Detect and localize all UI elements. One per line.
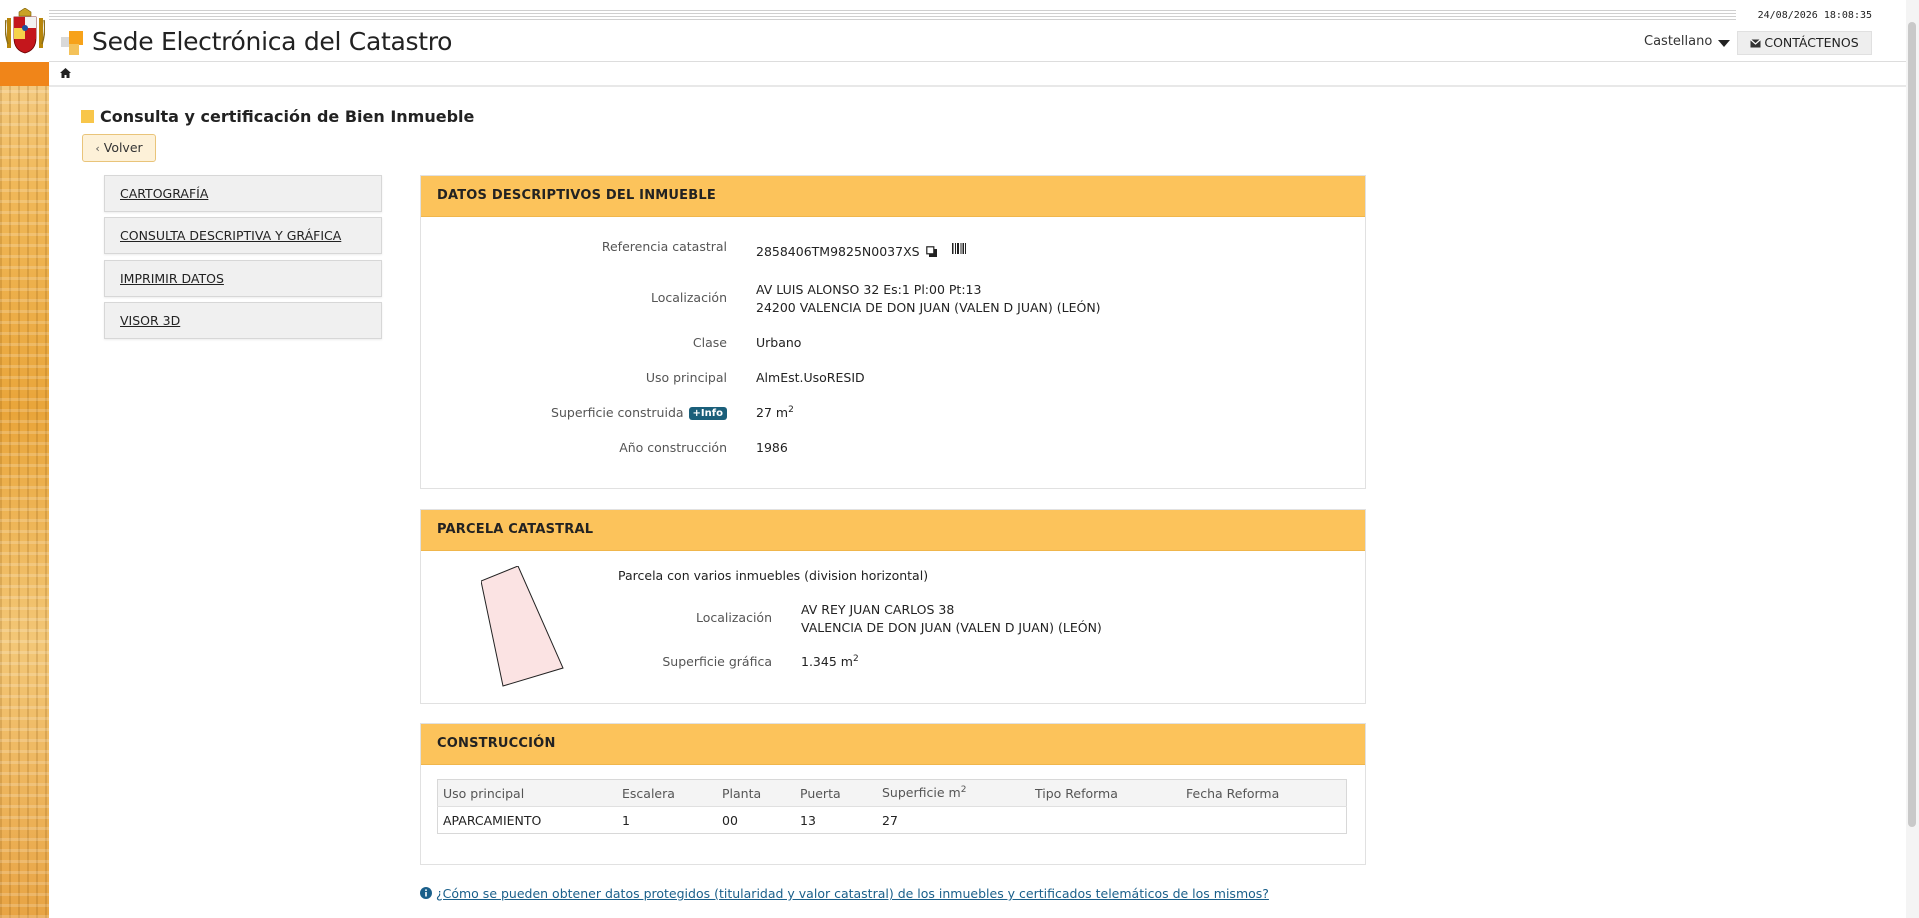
uso-principal-value: AlmEst.UsoRESID xyxy=(756,370,865,385)
superficie-unit-superscript: 2 xyxy=(788,405,794,415)
header-decorative-lines xyxy=(49,10,1736,20)
column-header: Escalera xyxy=(617,779,717,807)
copy-icon[interactable] xyxy=(925,246,938,258)
info-badge[interactable]: +Info xyxy=(688,407,727,420)
chevron-down-icon[interactable] xyxy=(1718,40,1730,47)
site-title[interactable]: Sede Electrónica del Catastro xyxy=(92,27,452,56)
clase-label: Clase xyxy=(692,335,727,350)
side-menu-consulta-descriptiva[interactable]: CONSULTA DESCRIPTIVA Y GRÁFICA xyxy=(104,217,382,254)
parcela-localizacion-label: Localización xyxy=(695,610,772,625)
panel-datos-descriptivos: DATOS DESCRIPTIVOS DEL INMUEBLE Referenc… xyxy=(420,175,1366,489)
contact-label: CONTÁCTENOS xyxy=(1764,35,1859,50)
info-icon xyxy=(420,887,432,899)
protected-data-help-link[interactable]: ¿Cómo se pueden obtener datos protegidos… xyxy=(436,886,1269,901)
barcode-icon[interactable] xyxy=(951,243,966,254)
referencia-value: 2858406TM9825N0037XS xyxy=(756,243,966,259)
column-header: Tipo Reforma xyxy=(1030,779,1181,807)
anio-construccion-label: Año construcción xyxy=(619,440,727,455)
referencia-text: 2858406TM9825N0037XS xyxy=(756,244,920,259)
side-menu-imprimir-datos[interactable]: IMPRIMIR DATOS xyxy=(104,260,382,297)
table-cell xyxy=(1181,807,1347,834)
catastro-logo-icon xyxy=(61,31,83,55)
panel-header: PARCELA CATASTRAL xyxy=(421,510,1365,551)
superficie-construida-text: Superficie construida xyxy=(551,405,684,420)
panel-parcela-catastral: PARCELA CATASTRAL Parcela con varios inm… xyxy=(420,509,1366,704)
table-row: APARCAMIENTO 1 00 13 27 xyxy=(438,807,1347,834)
parcela-localizacion-line1: AV REY JUAN CARLOS 38 xyxy=(801,602,955,617)
side-menu-label: CONSULTA DESCRIPTIVA Y GRÁFICA xyxy=(120,228,342,243)
side-menu-visor-3d[interactable]: VISOR 3D xyxy=(104,302,382,339)
table-cell: 27 xyxy=(882,812,898,828)
side-menu-label: VISOR 3D xyxy=(120,313,181,328)
table-cell: 00 xyxy=(722,812,738,828)
back-label: Volver xyxy=(103,140,143,155)
superficie-grafica-value: 1.345 m2 xyxy=(801,654,859,669)
superficie-grafica-number: 1.345 m xyxy=(801,654,853,670)
table-cell: 1 xyxy=(622,812,630,828)
construccion-table: Uso principal Escalera Planta Puerta Sup… xyxy=(437,779,1347,834)
column-header: Puerta xyxy=(795,779,877,807)
home-icon[interactable] xyxy=(60,68,71,78)
parcel-map-thumbnail[interactable] xyxy=(481,566,571,690)
anio-construccion-value: 1986 xyxy=(756,440,788,455)
superficie-grafica-label: Superficie gráfica xyxy=(662,654,772,669)
superficie-grafica-unit-superscript: 2 xyxy=(852,654,859,664)
superficie-construida-label: Superficie construida +Info xyxy=(421,405,727,420)
column-header-superscript: 2 xyxy=(960,785,967,796)
table-cell: APARCAMIENTO xyxy=(443,812,542,828)
contact-button[interactable]: CONTÁCTENOS xyxy=(1737,31,1872,55)
coat-of-arms-icon xyxy=(5,8,45,54)
column-header: Uso principal xyxy=(437,779,617,807)
localizacion-line2: 24200 VALENCIA DE DON JUAN (VALEN D JUAN… xyxy=(756,300,1101,315)
referencia-label: Referencia catastral xyxy=(601,239,727,254)
header-datetime: 24/08/2026 18:08:35 xyxy=(1757,10,1872,21)
panel-header: DATOS DESCRIPTIVOS DEL INMUEBLE xyxy=(421,176,1365,217)
table-cell xyxy=(1030,807,1181,834)
chevron-left-icon: ‹ xyxy=(95,142,100,155)
superficie-construida-number: 27 m xyxy=(756,405,789,421)
column-header-text: Superficie m xyxy=(882,785,961,801)
back-button[interactable]: ‹ Volver xyxy=(82,134,156,162)
title-square-icon xyxy=(81,110,94,123)
clase-value: Urbano xyxy=(756,335,802,350)
localizacion-line1: AV LUIS ALONSO 32 Es:1 Pl:00 Pt:13 xyxy=(756,282,982,297)
table-header-row: Uso principal Escalera Planta Puerta Sup… xyxy=(437,779,1347,807)
column-header: Planta xyxy=(717,779,795,807)
language-selector[interactable]: Castellano xyxy=(1644,34,1712,49)
panel-header: CONSTRUCCIÓN xyxy=(421,724,1365,765)
side-menu-label: IMPRIMIR DATOS xyxy=(120,271,224,286)
uso-principal-label: Uso principal xyxy=(645,370,727,385)
envelope-icon xyxy=(1750,39,1762,48)
side-menu-label: CARTOGRAFÍA xyxy=(120,186,209,201)
table-cell: 13 xyxy=(800,812,816,828)
side-menu-cartografia[interactable]: CARTOGRAFÍA xyxy=(104,175,382,212)
nav-divider xyxy=(49,85,1919,87)
page-title: Consulta y certificación de Bien Inmuebl… xyxy=(100,107,475,126)
parcela-description: Parcela con varios inmuebles (division h… xyxy=(618,568,929,583)
vertical-scrollbar-thumb[interactable] xyxy=(1908,22,1916,827)
superficie-construida-value: 27 m2 xyxy=(756,405,794,420)
orange-band xyxy=(0,62,49,86)
panel-construccion: CONSTRUCCIÓN Uso principal Escalera Plan… xyxy=(420,723,1366,865)
parcela-localizacion-line2: VALENCIA DE DON JUAN (VALEN D JUAN) (LEÓ… xyxy=(801,620,1102,635)
localizacion-label: Localización xyxy=(650,290,727,305)
left-decorative-strip xyxy=(0,0,49,918)
column-header-superficie: Superficie m2 xyxy=(877,779,1030,807)
header-divider xyxy=(49,61,1919,62)
column-header: Fecha Reforma xyxy=(1181,779,1347,807)
